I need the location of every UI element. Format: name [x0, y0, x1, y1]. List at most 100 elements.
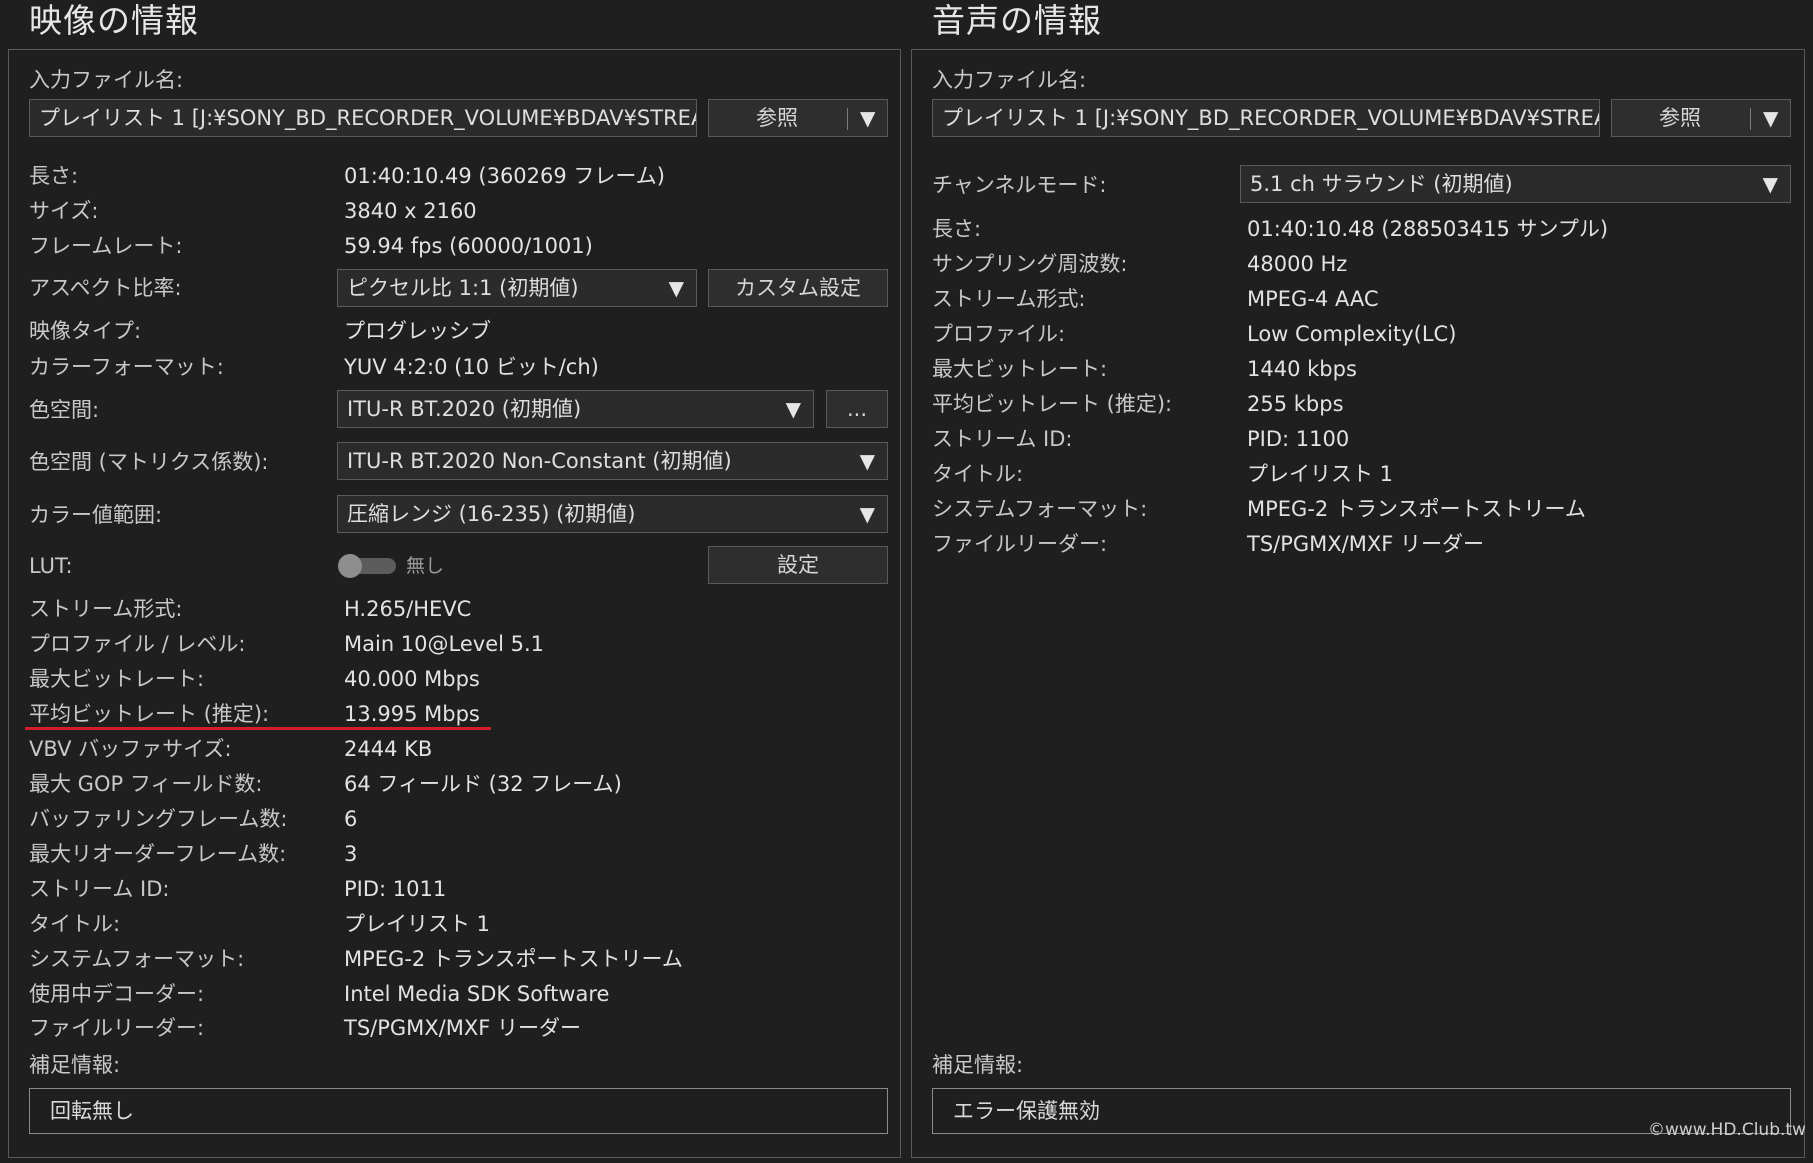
video-row-value: Main 10@Level 5.1 [344, 632, 545, 656]
channel-mode-select[interactable]: 5.1 ch サラウンド (初期値) ▼ [1240, 165, 1791, 203]
color-range-select-value: 圧縮レンジ (16-235) (初期値) [347, 502, 636, 526]
audio-row-value: 48000 Hz [1247, 252, 1348, 276]
video-row-label: プロファイル / レベル: [29, 632, 246, 656]
video-row-value: YUV 4:2:0 (10 ビット/ch) [344, 355, 599, 379]
audio-row-label: サンプリング周波数: [932, 252, 1128, 276]
video-row-value: 13.995 Mbps [344, 702, 480, 726]
video-row-label: アスペクト比率: [29, 276, 182, 300]
audio-row-value: MPEG-4 AAC [1247, 287, 1379, 311]
audio-input-file-field[interactable]: プレイリスト 1 [J:¥SONY_BD_RECORDER_VOLUME¥BDA… [932, 99, 1600, 137]
audio-browse-label: 参照 [1659, 106, 1701, 130]
video-input-file-field[interactable]: プレイリスト 1 [J:¥SONY_BD_RECORDER_VOLUME¥BDA… [29, 99, 697, 137]
lut-toggle-knob [338, 554, 362, 578]
video-row-value: TS/PGMX/MXF リーダー [344, 1016, 582, 1040]
audio-input-file-label: 入力ファイル名: [932, 68, 1087, 92]
video-row-value: 3840 x 2160 [344, 199, 477, 223]
video-input-file-label: 入力ファイル名: [29, 68, 184, 92]
video-browse-label: 参照 [756, 106, 798, 130]
video-browse-separator [847, 108, 848, 130]
video-row-label: 色空間 (マトリクス係数): [29, 450, 269, 474]
audio-row-value: PID: 1100 [1247, 427, 1350, 451]
audio-row-label: プロファイル: [932, 322, 1066, 346]
matrix-coefficients-select[interactable]: ITU-R BT.2020 Non-Constant (初期値) ▼ [337, 442, 888, 480]
audio-browse-separator [1750, 108, 1751, 130]
video-row-label: カラー値範囲: [29, 503, 163, 527]
video-row-label: ファイルリーダー: [29, 1016, 205, 1040]
video-row-label: ストリーム形式: [29, 597, 183, 621]
video-row-label: 最大 GOP フィールド数: [29, 772, 263, 796]
video-row-label: 使用中デコーダー: [29, 982, 205, 1006]
video-row-label: LUT: [29, 554, 73, 578]
video-row-value: プログレッシブ [344, 319, 491, 343]
highlight-underline [25, 727, 491, 730]
audio-row-value: 01:40:10.48 (288503415 サンプル) [1247, 217, 1609, 241]
watermark: ©www.HD.Club.tw [1648, 1120, 1806, 1140]
matrix-select-value: ITU-R BT.2020 Non-Constant (初期値) [347, 449, 732, 473]
audio-row-label: 最大ビットレート: [932, 357, 1108, 381]
audio-row-label: 平均ビットレート (推定): [932, 392, 1173, 416]
channel-mode-label: チャンネルモード: [932, 173, 1107, 197]
colorspace-more-button[interactable]: ... [826, 390, 888, 428]
video-row-label: バッファリングフレーム数: [29, 807, 288, 831]
video-row-value: 59.94 fps (60000/1001) [344, 234, 593, 258]
video-row-value: プレイリスト 1 [344, 912, 491, 936]
video-row-value: 01:40:10.49 (360269 フレーム) [344, 164, 665, 188]
video-note-box: 回転無し [29, 1088, 888, 1134]
audio-row-value: MPEG-2 トランスポートストリーム [1247, 497, 1586, 521]
video-row-value: 3 [344, 842, 358, 866]
audio-row-value: 255 kbps [1247, 392, 1344, 416]
audio-browse-button[interactable]: 参照 ▼ [1611, 99, 1791, 137]
video-row-value: 6 [344, 807, 358, 831]
video-row-label: サイズ: [29, 199, 99, 223]
audio-row-value: TS/PGMX/MXF リーダー [1247, 532, 1485, 556]
video-row-value: 40.000 Mbps [344, 667, 480, 691]
video-row-label: 平均ビットレート (推定): [29, 702, 270, 726]
video-row-label: 色空間: [29, 398, 100, 422]
video-browse-dropdown-icon[interactable]: ▼ [860, 100, 875, 136]
video-row-label: VBV バッファサイズ: [29, 737, 232, 761]
audio-row-value: プレイリスト 1 [1247, 462, 1394, 486]
channel-mode-select-value: 5.1 ch サラウンド (初期値) [1250, 172, 1513, 196]
colorspace-select[interactable]: ITU-R BT.2020 (初期値) ▼ [337, 390, 814, 428]
audio-row-label: ストリーム ID: [932, 427, 1073, 451]
colorspace-select-value: ITU-R BT.2020 (初期値) [347, 397, 582, 421]
lut-setting-button[interactable]: 設定 [708, 546, 888, 584]
video-row-label: 最大リオーダーフレーム数: [29, 842, 287, 866]
video-row-label: ストリーム ID: [29, 877, 170, 901]
audio-note-label: 補足情報: [932, 1053, 1024, 1077]
video-row-label: フレームレート: [29, 234, 183, 258]
chevron-down-icon: ▼ [859, 449, 875, 473]
audio-row-label: タイトル: [932, 462, 1024, 486]
lut-state-label: 無し [406, 555, 445, 577]
video-row-value: 2444 KB [344, 737, 433, 761]
aspect-ratio-select-value: ピクセル比 1:1 (初期値) [347, 276, 579, 300]
audio-row-label: システムフォーマット: [932, 497, 1148, 521]
video-row-label: 長さ: [29, 164, 79, 188]
chevron-down-icon: ▼ [859, 502, 875, 526]
audio-row-label: ストリーム形式: [932, 287, 1086, 311]
chevron-down-icon: ▼ [1762, 172, 1778, 196]
video-browse-button[interactable]: 参照 ▼ [708, 99, 888, 137]
video-row-label: 最大ビットレート: [29, 667, 205, 691]
video-note-label: 補足情報: [29, 1053, 121, 1077]
aspect-ratio-select[interactable]: ピクセル比 1:1 (初期値) ▼ [337, 269, 697, 307]
custom-setting-button[interactable]: カスタム設定 [708, 269, 888, 307]
audio-panel-title: 音声の情報 [932, 1, 1102, 40]
video-row-label: カラーフォーマット: [29, 355, 224, 379]
chevron-down-icon: ▼ [668, 276, 684, 300]
video-row-label: タイトル: [29, 912, 121, 936]
video-row-value: H.265/HEVC [344, 597, 472, 621]
color-range-select[interactable]: 圧縮レンジ (16-235) (初期値) ▼ [337, 495, 888, 533]
chevron-down-icon: ▼ [785, 397, 801, 421]
audio-row-value: 1440 kbps [1247, 357, 1357, 381]
audio-row-value: Low Complexity(LC) [1247, 322, 1457, 346]
video-row-value: MPEG-2 トランスポートストリーム [344, 947, 683, 971]
video-row-value: Intel Media SDK Software [344, 982, 610, 1006]
video-row-label: システムフォーマット: [29, 947, 245, 971]
video-row-value: PID: 1011 [344, 877, 447, 901]
audio-row-label: 長さ: [932, 217, 982, 241]
video-row-label: 映像タイプ: [29, 319, 142, 343]
video-panel-title: 映像の情報 [29, 1, 199, 40]
audio-row-label: ファイルリーダー: [932, 532, 1108, 556]
audio-browse-dropdown-icon[interactable]: ▼ [1763, 100, 1778, 136]
